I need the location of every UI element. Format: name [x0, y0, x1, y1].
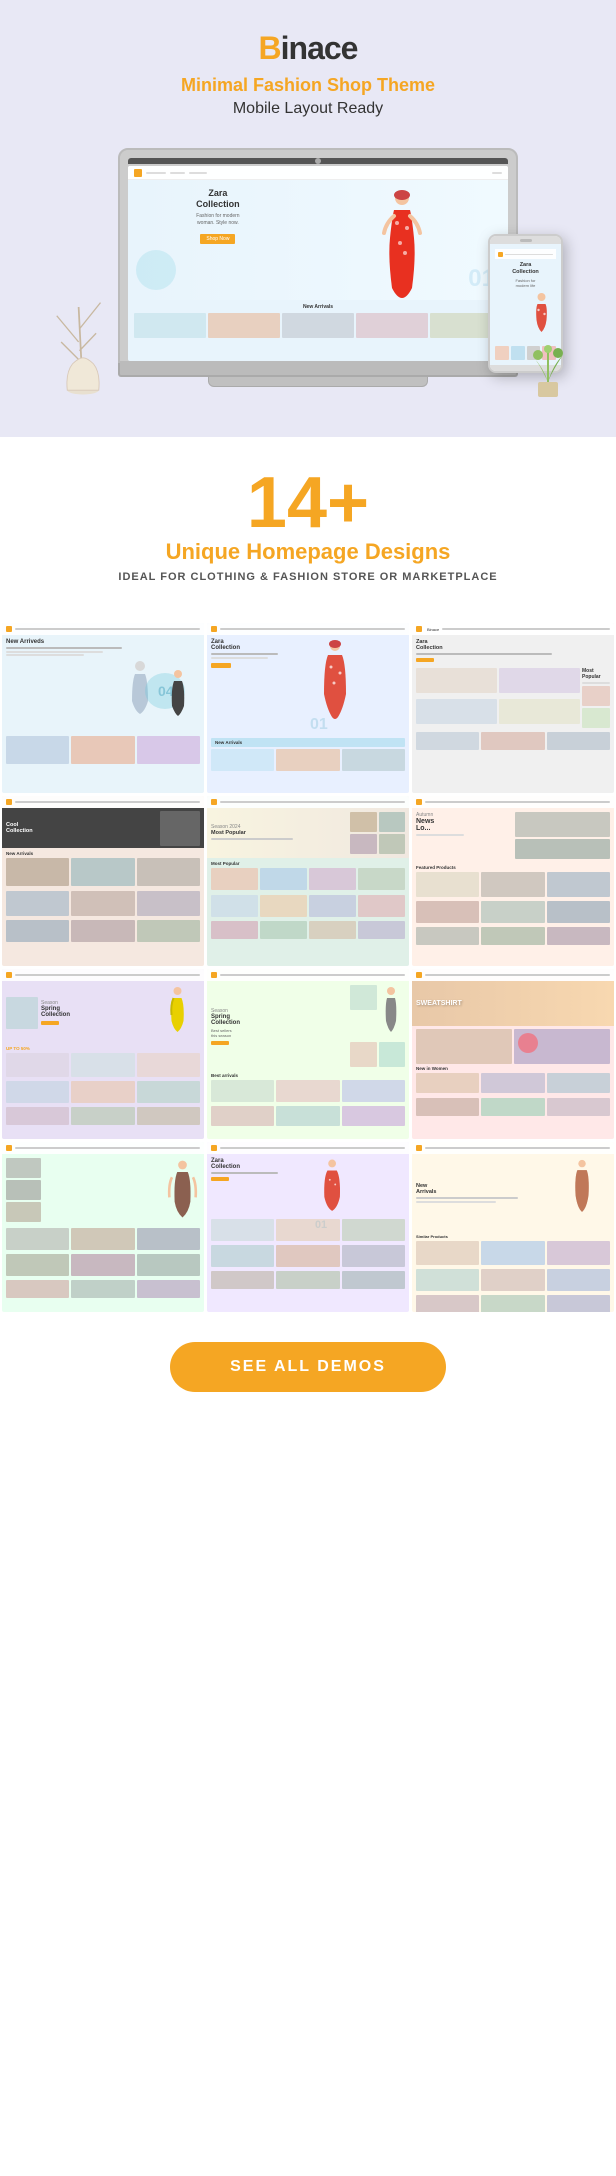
demos-grid: New Arriveds 04 — [0, 623, 616, 1312]
demo-card-12[interactable]: NewArrivals Similar Products — [412, 1142, 614, 1312]
demo-card-4[interactable]: CoolCollection New Arrivals — [2, 796, 204, 966]
demo-card-11[interactable]: ZaraCollection 01 — [207, 1142, 409, 1312]
demo-card-1[interactable]: New Arriveds 04 — [2, 623, 204, 793]
decorative-branch — [48, 287, 118, 397]
card1-figures: 04 — [120, 656, 200, 736]
stats-section: 14+ Unique Homepage Designs IDEAL FOR CL… — [0, 437, 616, 623]
see-all-demos-button[interactable]: SEE ALL DEMOS — [170, 1342, 446, 1392]
demo-card-6[interactable]: Autumn NewsLo... Featured Products — [412, 796, 614, 966]
tagline-black: Mobile Layout Ready — [20, 100, 596, 118]
decorative-plant — [523, 337, 573, 397]
laptop-base — [118, 363, 518, 377]
demo-card-7[interactable]: Season SpringCollection UP TO 50% — [2, 969, 204, 1139]
demo-card-10[interactable] — [2, 1142, 204, 1312]
hero-dress-figure — [367, 188, 437, 308]
laptop-mockup: ZaraCollection Fashion for modernwoman. … — [118, 148, 518, 363]
svg-text:01: 01 — [315, 1219, 327, 1228]
tagline-orange: Minimal Fashion Shop Theme — [20, 75, 596, 96]
big-number: 14+ — [20, 467, 596, 539]
logo-rest: inace — [281, 30, 358, 66]
demo-card-3[interactable]: Binace ZaraCollection Most Popular — [412, 623, 614, 793]
svg-text:04: 04 — [158, 683, 174, 699]
brand-logo: Binace — [20, 30, 596, 67]
card2-figure: 01 — [310, 639, 360, 729]
demo-card-5[interactable]: Season 2024 Most Popular Most Popular — [207, 796, 409, 966]
logo-b: B — [259, 30, 281, 66]
laptop-stand — [208, 377, 428, 387]
demo-card-8[interactable]: Season SpringCollection Best sellersthis… — [207, 969, 409, 1139]
section-heading: Unique Homepage Designs — [20, 539, 596, 565]
svg-text:01: 01 — [310, 716, 328, 729]
demo-card-9[interactable]: SWEATSHIRT New in Women — [412, 969, 614, 1139]
demo-card-2[interactable]: ZaraCollection 01 New Arrivals — [207, 623, 409, 793]
cta-section: SEE ALL DEMOS — [0, 1312, 616, 1422]
section-subheading: IDEAL FOR CLOTHING & FASHION STORE OR MA… — [20, 571, 596, 583]
laptop-screen: ZaraCollection Fashion for modernwoman. … — [128, 166, 508, 361]
header-section: Binace Minimal Fashion Shop Theme Mobile… — [0, 0, 616, 437]
